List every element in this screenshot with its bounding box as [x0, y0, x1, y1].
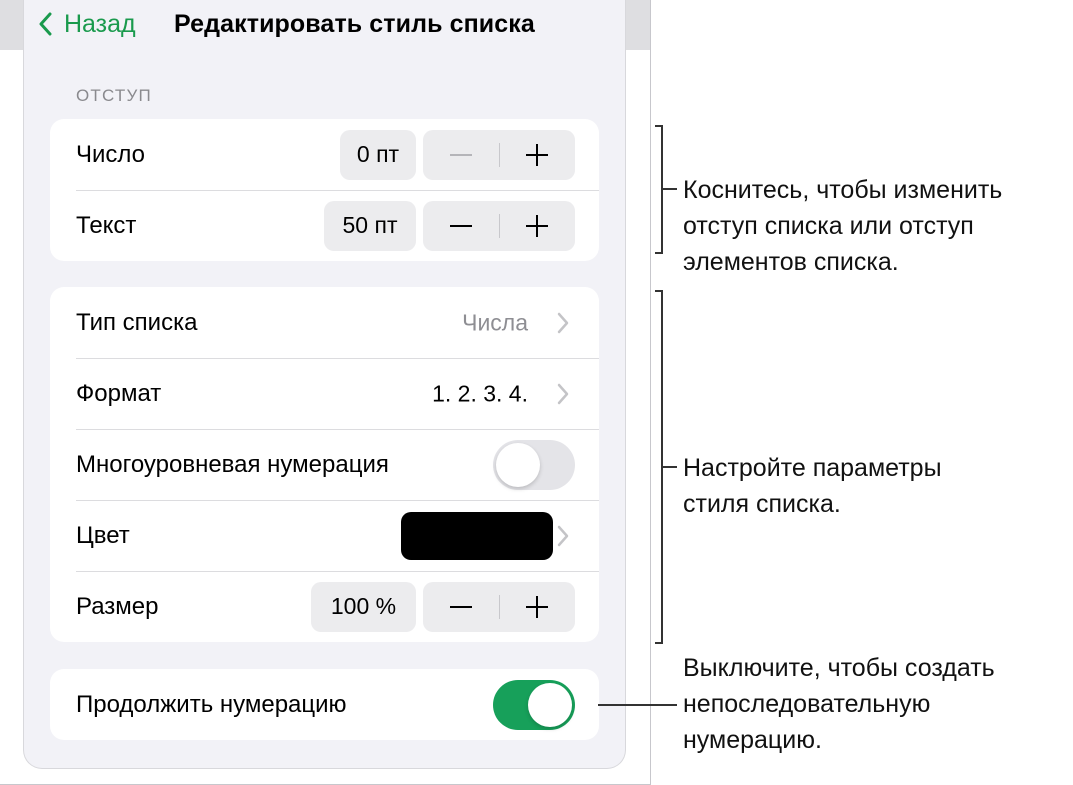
multilevel-numbering-toggle[interactable]: [493, 439, 575, 490]
back-button[interactable]: Назад: [38, 6, 136, 42]
row-label: Размер: [76, 592, 159, 620]
callout-continue: Выключите, чтобы создать непоследователь…: [683, 650, 995, 758]
color-row[interactable]: Цвет: [50, 500, 599, 571]
row-label: Цвет: [76, 521, 130, 549]
indent-number-row: Число 0 пт: [50, 119, 599, 190]
list-type-row[interactable]: Тип списка Числа: [50, 287, 599, 358]
size-stepper: [423, 581, 576, 632]
row-label: Формат: [76, 379, 162, 407]
section-header-indent: ОТСТУП: [76, 86, 152, 105]
background-strip: [625, 0, 650, 50]
callout-line: Коснитесь, чтобы изменить: [683, 176, 1003, 204]
color-swatch[interactable]: [401, 511, 553, 560]
callout-line: непоследовательную: [683, 690, 931, 718]
nav-bar: Назад Редактировать стиль списка: [24, 0, 625, 50]
plus-icon: [526, 214, 549, 237]
indent-text-value[interactable]: 50 пт: [324, 200, 416, 251]
callout-line: элементов списка.: [683, 248, 899, 276]
row-label: Текст: [76, 211, 137, 239]
continue-numbering-group: Продолжить нумерацию: [50, 669, 599, 740]
format-row[interactable]: Формат 1. 2. 3. 4.: [50, 358, 599, 429]
list-style-group: Тип списка Числа Формат 1. 2. 3. 4. Мног…: [50, 287, 599, 642]
indent-number-stepper: [423, 129, 576, 180]
decrement-button[interactable]: [423, 582, 499, 632]
callout-leader: [663, 466, 677, 468]
callout-line: Выключите, чтобы создать: [683, 654, 995, 682]
callout-line: отступ списка или отступ: [683, 212, 974, 240]
background-strip: [0, 0, 24, 50]
chevron-right-icon: [557, 383, 569, 404]
plus-icon: [526, 143, 549, 166]
multilevel-numbering-row: Многоуровневая нумерация: [50, 429, 599, 500]
format-value: 1. 2. 3. 4.: [432, 380, 528, 406]
indent-text-stepper: [423, 200, 576, 251]
indent-group: Число 0 пт Текст 50 пт: [50, 119, 599, 261]
continue-numbering-row: Продолжить нумерацию: [50, 669, 599, 740]
minus-icon: [449, 153, 472, 156]
callout-leader: [663, 188, 677, 190]
callout-style: Настройте параметры стиля списка.: [683, 450, 942, 522]
callout-bracket-style: [655, 290, 663, 644]
minus-icon: [449, 605, 472, 608]
row-label: Число: [76, 140, 146, 168]
callout-line: нумерацию.: [683, 726, 822, 754]
callout-line: Настройте параметры: [683, 454, 942, 482]
row-label: Многоуровневая нумерация: [76, 450, 389, 478]
page-title: Редактировать стиль списка: [174, 10, 535, 38]
chevron-right-icon: [557, 525, 569, 546]
callout-leader: [598, 704, 677, 706]
list-type-value: Числа: [462, 309, 528, 335]
row-label: Тип списка: [76, 308, 198, 336]
plus-icon: [526, 595, 549, 618]
indent-number-value[interactable]: 0 пт: [340, 129, 416, 180]
callout-indent: Коснитесь, чтобы изменить отступ списка …: [683, 172, 1002, 280]
callout-line: стиля списка.: [683, 490, 841, 518]
callout-bracket-indent: [655, 125, 663, 254]
toggle-knob: [528, 682, 572, 727]
decrement-button[interactable]: [423, 201, 499, 251]
increment-button[interactable]: [500, 582, 576, 632]
continue-numbering-toggle[interactable]: [493, 679, 575, 730]
minus-icon: [449, 224, 472, 227]
decrement-button[interactable]: [423, 130, 499, 180]
chevron-left-icon: [39, 12, 52, 36]
chevron-right-icon: [557, 312, 569, 333]
back-label: Назад: [64, 9, 136, 38]
indent-text-row: Текст 50 пт: [50, 190, 599, 261]
edit-list-style-popover: Назад Редактировать стиль списка ОТСТУП …: [24, 0, 625, 768]
app-frame: Назад Редактировать стиль списка ОТСТУП …: [0, 0, 651, 785]
size-value[interactable]: 100 %: [311, 581, 416, 632]
toggle-knob: [496, 442, 540, 487]
increment-button[interactable]: [500, 130, 576, 180]
row-label: Продолжить нумерацию: [76, 690, 347, 718]
size-row: Размер 100 %: [50, 571, 599, 642]
increment-button[interactable]: [500, 201, 576, 251]
